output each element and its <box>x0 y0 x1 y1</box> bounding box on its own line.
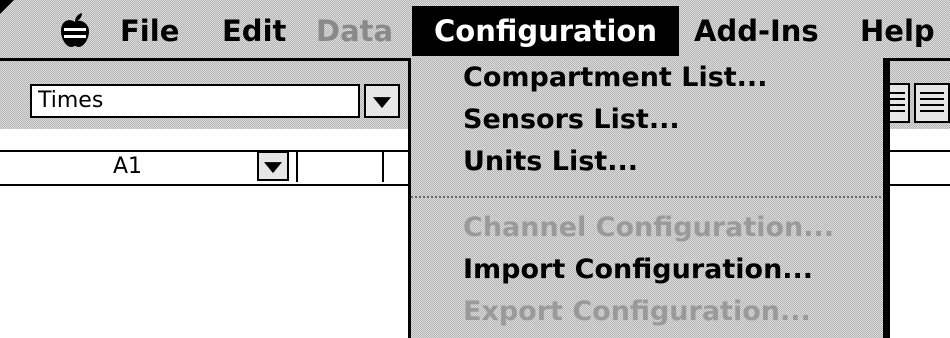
formula-divider <box>382 152 384 182</box>
menu-item-channel-configuration[interactable]: Channel Configuration... <box>463 208 834 248</box>
window-corner-icon <box>0 0 14 14</box>
font-name-field[interactable]: Times <box>30 84 360 118</box>
menu-help[interactable]: Help <box>860 6 935 56</box>
formula-divider <box>296 152 298 182</box>
menu-item-export-configuration[interactable]: Export Configuration... <box>463 292 811 332</box>
menu-configuration[interactable]: Configuration <box>412 6 679 56</box>
menu-separator <box>411 196 883 198</box>
menu-item-import-configuration[interactable]: Import Configuration... <box>463 250 813 290</box>
menu-add-ins[interactable]: Add-Ins <box>694 6 819 56</box>
menu-bar: File Edit Data Configuration Add-Ins Hel… <box>0 0 950 61</box>
apple-menu-icon[interactable] <box>58 13 92 49</box>
cell-reference[interactable]: A1 <box>0 152 255 182</box>
font-dropdown-button[interactable] <box>364 84 400 118</box>
menu-item-units-list[interactable]: Units List... <box>463 142 638 182</box>
configuration-menu: Compartment List... Sensors List... Unit… <box>408 58 886 338</box>
menu-item-sensors-list[interactable]: Sensors List... <box>463 100 680 140</box>
menu-data[interactable]: Data <box>316 6 393 56</box>
align-justify-icon[interactable] <box>914 83 950 123</box>
menu-item-compartment-list[interactable]: Compartment List... <box>463 58 767 98</box>
menu-file[interactable]: File <box>120 6 179 56</box>
menu-edit[interactable]: Edit <box>222 6 286 56</box>
cell-reference-dropdown-button[interactable] <box>257 151 289 181</box>
